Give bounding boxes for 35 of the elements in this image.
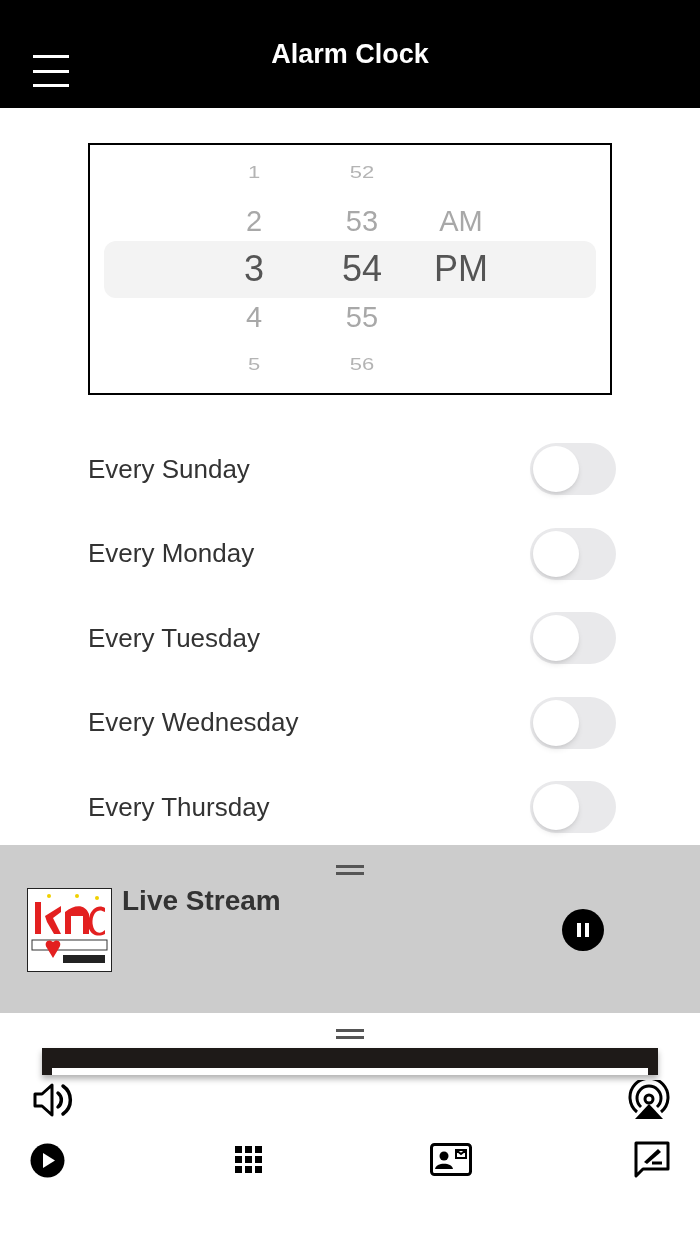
day-label: Every Sunday — [88, 452, 250, 486]
grid-icon[interactable] — [235, 1146, 263, 1174]
picker-value[interactable]: 4 — [245, 302, 263, 332]
picker-value[interactable]: 53 — [345, 206, 379, 236]
picker-value[interactable]: AM — [439, 206, 483, 236]
contact-card-icon[interactable] — [430, 1143, 472, 1176]
toggle-switch[interactable] — [530, 527, 616, 580]
drag-handle-icon[interactable] — [336, 1029, 364, 1039]
toggle-switch[interactable] — [530, 781, 616, 834]
toggle-switch[interactable] — [530, 612, 616, 665]
picker-value[interactable]: PM — [434, 251, 488, 287]
day-label: Every Monday — [88, 537, 255, 571]
page-title: Alarm Clock — [271, 37, 429, 71]
toggle-switch[interactable] — [530, 443, 616, 496]
picker-value[interactable]: 55 — [345, 302, 379, 332]
airplay-icon[interactable] — [628, 1080, 670, 1120]
picker-value[interactable]: 3 — [244, 251, 264, 287]
play-icon[interactable] — [30, 1143, 65, 1178]
day-label: Every Wednesday — [88, 706, 299, 740]
day-label: Every Thursday — [88, 790, 270, 824]
pause-button[interactable] — [562, 909, 604, 951]
picker-value[interactable]: 5 — [247, 356, 261, 374]
compose-icon[interactable] — [634, 1141, 670, 1178]
drag-handle-icon[interactable] — [336, 865, 364, 875]
toggle-switch[interactable] — [530, 696, 616, 749]
picker-value[interactable]: 56 — [349, 356, 375, 374]
picker-value[interactable]: 52 — [349, 164, 375, 182]
time-picker[interactable]: 1 2 3 4 5 52 53 54 55 56 AM PM — [88, 143, 612, 395]
picker-value[interactable]: 2 — [245, 206, 263, 236]
stream-title: Live Stream — [122, 884, 281, 918]
day-label: Every Tuesday — [88, 621, 260, 655]
picker-value[interactable]: 54 — [341, 251, 382, 287]
menu-icon[interactable] — [33, 53, 69, 89]
volume-icon[interactable] — [33, 1081, 73, 1119]
picker-value[interactable]: 1 — [247, 164, 261, 182]
